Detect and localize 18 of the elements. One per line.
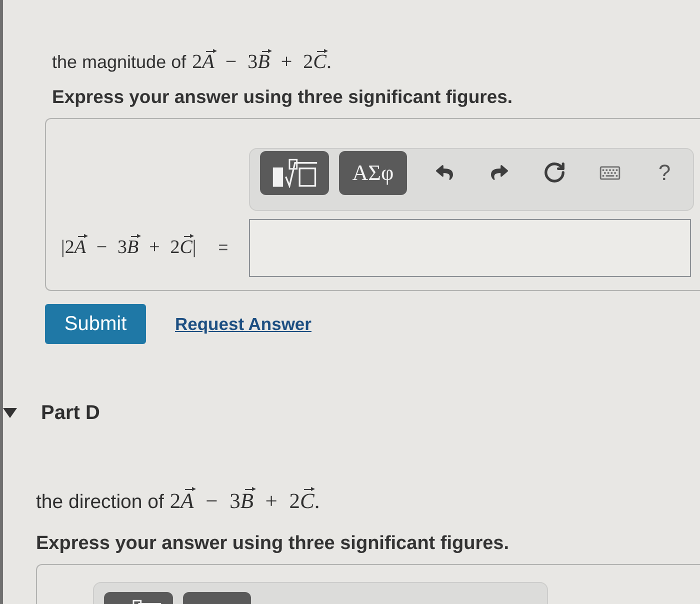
submit-button[interactable]: Submit [45, 304, 146, 344]
answer-input-field[interactable] [249, 219, 691, 277]
answer-label: |2A − 3B + 2C| = [61, 234, 249, 262]
keyboard-icon[interactable] [598, 164, 622, 182]
caret-down-icon[interactable] [3, 408, 17, 418]
request-answer-link[interactable]: Request Answer [175, 310, 312, 338]
question-text: the magnitude of 2A − 3B + 2C. [52, 50, 332, 75]
templates-button[interactable] [260, 150, 329, 194]
redo-icon[interactable] [490, 164, 509, 181]
radical-template-icon [272, 158, 318, 188]
symbols-button[interactable]: ΑΣφ [339, 150, 407, 194]
instruction-text: Express your answer using three significant figures. [36, 532, 510, 556]
instruction-text: Express your answer using three significant figures. [52, 85, 514, 109]
part-title: Part D [41, 401, 100, 425]
undo-icon[interactable] [435, 164, 454, 181]
reset-icon[interactable] [543, 161, 566, 184]
question-text: the direction of 2A − 3B + 2C. [36, 488, 321, 515]
help-button[interactable]: ? [658, 160, 671, 186]
